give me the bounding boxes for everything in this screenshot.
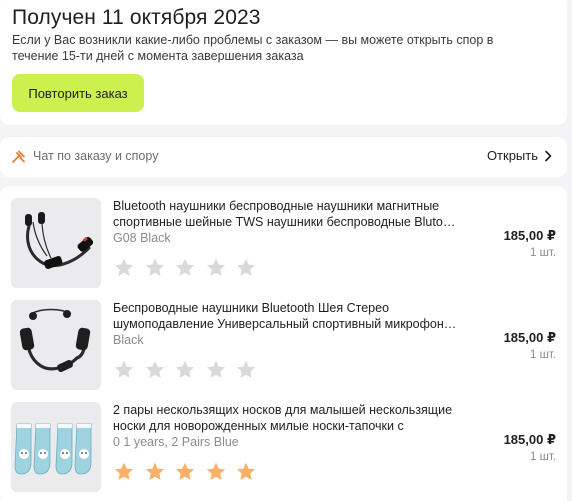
item-quantity: 1 шт. <box>529 247 556 259</box>
product-image-neckband-earphones[interactable] <box>11 198 101 288</box>
star-filled-icon[interactable] <box>174 461 196 483</box>
item-quantity: 1 шт. <box>529 451 556 463</box>
star-filled-icon[interactable] <box>144 461 166 483</box>
product-title-link[interactable]: Bluetooth наушники беспроводные наушники… <box>113 198 458 230</box>
product-variant: G08 Black <box>113 231 171 245</box>
order-chat-row[interactable]: Чат по заказу и спору Открыть <box>0 137 567 177</box>
chat-dispute-icon <box>11 149 27 165</box>
star-empty-icon[interactable] <box>174 257 196 279</box>
product-title-line: Беспроводные наушники Bluetooth Шея Стер… <box>113 301 390 315</box>
star-filled-icon[interactable] <box>235 461 257 483</box>
product-variant: Black <box>113 333 144 347</box>
chevron-right-icon <box>545 150 552 161</box>
star-empty-icon[interactable] <box>144 257 166 279</box>
star-empty-icon[interactable] <box>205 257 227 279</box>
product-title-line: спортивные шейные TWS наушники беспровод… <box>113 215 458 229</box>
item-price: 185,00 ₽ <box>503 228 556 243</box>
product-image-baby-socks[interactable] <box>11 402 101 492</box>
item-price: 185,00 ₽ <box>503 432 556 447</box>
star-empty-icon[interactable] <box>113 359 135 381</box>
product-title-line: Bluetooth наушники беспроводные наушники… <box>113 199 440 213</box>
star-empty-icon[interactable] <box>174 359 196 381</box>
star-empty-icon[interactable] <box>144 359 166 381</box>
star-empty-icon[interactable] <box>235 359 257 381</box>
rating-stars <box>113 461 266 483</box>
order-items-list: Bluetooth наушники беспроводные наушники… <box>0 186 567 501</box>
rating-stars <box>113 359 266 381</box>
dispute-info-text: Если у Вас возникли какие-либо проблемы … <box>12 33 494 63</box>
star-empty-icon[interactable] <box>113 257 135 279</box>
star-filled-icon[interactable] <box>113 461 135 483</box>
product-variant: 0 1 years, 2 Pairs Blue <box>113 435 239 449</box>
product-title-link[interactable]: 2 пары нескользящих носков для малышей н… <box>113 402 458 434</box>
order-item: Беспроводные наушники Bluetooth Шея Стер… <box>0 300 567 396</box>
open-chat-link[interactable]: Открыть <box>487 148 552 163</box>
order-item: Bluetooth наушники беспроводные наушники… <box>0 198 567 294</box>
order-status-card: Получен 11 октября 2023 Если у Вас возни… <box>0 0 567 125</box>
item-price: 185,00 ₽ <box>503 330 556 345</box>
rating-stars <box>113 257 266 279</box>
item-quantity: 1 шт. <box>529 349 556 361</box>
order-item: 2 пары нескользящих носков для малышей н… <box>0 402 567 498</box>
star-empty-icon[interactable] <box>205 359 227 381</box>
repeat-order-button[interactable]: Повторить заказ <box>12 74 144 112</box>
product-image-neckband-headset[interactable] <box>11 300 101 390</box>
star-filled-icon[interactable] <box>205 461 227 483</box>
product-title-link[interactable]: Беспроводные наушники Bluetooth Шея Стер… <box>113 300 458 332</box>
star-empty-icon[interactable] <box>235 257 257 279</box>
chat-label: Чат по заказу и спору <box>33 149 159 163</box>
product-title-line: шумоподавление Универсальный спортивный … <box>113 317 458 331</box>
order-status-title: Получен 11 октября 2023 <box>12 6 261 29</box>
product-title-line: 2 пары нескользящих носков для малышей н… <box>113 403 453 417</box>
open-chat-label: Открыть <box>486 148 538 163</box>
product-title-line: носки для новорожденных милые носки-тапо… <box>113 419 404 433</box>
